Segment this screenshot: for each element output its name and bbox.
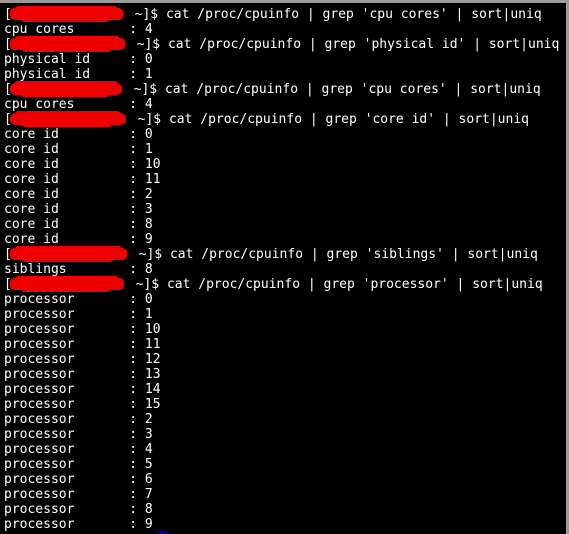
terminal-prompt-line: [ ~]$ cat /proc/cpuinfo | grep 'siblings… xyxy=(4,246,566,262)
prompt-open-bracket: [ xyxy=(4,247,12,262)
terminal-prompt-line: [ ~]$ cat /proc/cpuinfo | grep 'processo… xyxy=(4,276,566,292)
terminal-output-line: core id : 9 xyxy=(4,232,153,247)
terminal-output-line: siblings : 8 xyxy=(4,262,153,277)
terminal-output-line: physical id : 1 xyxy=(4,67,153,82)
terminal-output-line: core id : 2 xyxy=(4,187,153,202)
terminal-output-line: processor : 11 xyxy=(4,337,161,352)
terminal-output-line: core id : 0 xyxy=(4,127,153,142)
terminal-output-line: physical id : 0 xyxy=(4,52,153,67)
terminal-output-line: core id : 3 xyxy=(4,202,153,217)
terminal-prompt-line: [ ~]$ cat /proc/cpuinfo | grep 'cpu core… xyxy=(4,81,566,97)
terminal-output-line: processor : 6 xyxy=(4,472,153,487)
prompt-open-bracket: [ xyxy=(4,82,12,97)
terminal-output-line: processor : 1 xyxy=(4,307,153,322)
terminal-output-line: processor : 5 xyxy=(4,457,153,472)
prompt-command: ~]$ cat /proc/cpuinfo | grep 'processor'… xyxy=(127,277,543,292)
terminal-prompt-line: [ ~]$ cat /proc/cpuinfo | grep 'physical… xyxy=(4,36,566,52)
prompt-command: ~]$ cat /proc/cpuinfo | grep 'cpu cores'… xyxy=(126,7,542,22)
terminal-prompt-line: [ ~]$ cat /proc/cpuinfo | grep 'cpu core… xyxy=(4,6,566,22)
terminal-screen[interactable]: [ ~]$ cat /proc/cpuinfo | grep 'cpu core… xyxy=(0,6,566,534)
prompt-open-bracket: [ xyxy=(4,37,12,52)
prompt-command: ~]$ cat /proc/cpuinfo | grep 'core id' |… xyxy=(129,112,529,127)
terminal-output-line: processor : 9 xyxy=(4,517,153,532)
terminal-output-line: processor : 2 xyxy=(4,412,153,427)
redaction-overlay xyxy=(10,111,126,127)
terminal-output-line: core id : 1 xyxy=(4,142,153,157)
terminal-output-line: processor : 7 xyxy=(4,487,153,502)
redaction-overlay xyxy=(10,81,122,97)
terminal-output-line: processor : 12 xyxy=(4,352,161,367)
terminal-output-line: processor : 13 xyxy=(4,367,161,382)
redaction-overlay xyxy=(10,36,125,52)
terminal-output-line: processor : 15 xyxy=(4,397,161,412)
prompt-open-bracket: [ xyxy=(4,277,12,292)
terminal-output-line: processor : 8 xyxy=(4,502,153,517)
prompt-open-bracket: [ xyxy=(4,7,12,22)
terminal-output-line: processor : 10 xyxy=(4,322,161,337)
prompt-command: ~]$ cat /proc/cpuinfo | grep 'siblings' … xyxy=(130,247,538,262)
terminal-output-line: processor : 14 xyxy=(4,382,161,397)
terminal-output-line: core id : 11 xyxy=(4,172,161,187)
terminal-output-line: processor : 4 xyxy=(4,442,153,457)
terminal-window[interactable]: [ ~]$ cat /proc/cpuinfo | grep 'cpu core… xyxy=(0,0,569,534)
redaction-overlay xyxy=(10,276,124,292)
redaction-overlay xyxy=(10,6,123,22)
redaction-overlay xyxy=(10,246,127,262)
terminal-output-line: processor : 3 xyxy=(4,427,153,442)
terminal-prompt-line: [ ~]$ cat /proc/cpuinfo | grep 'core id'… xyxy=(4,111,566,127)
prompt-open-bracket: [ xyxy=(4,112,12,127)
terminal-output-line: processor : 0 xyxy=(4,292,153,307)
terminal-output-line: core id : 10 xyxy=(4,157,161,172)
terminal-output-line: cpu cores : 4 xyxy=(4,97,153,112)
terminal-output-line: cpu cores : 4 xyxy=(4,22,153,37)
prompt-command: ~]$ cat /proc/cpuinfo | grep 'cpu cores'… xyxy=(125,82,541,97)
terminal-output-line: core id : 8 xyxy=(4,217,153,232)
prompt-command: ~]$ cat /proc/cpuinfo | grep 'physical i… xyxy=(128,37,560,52)
